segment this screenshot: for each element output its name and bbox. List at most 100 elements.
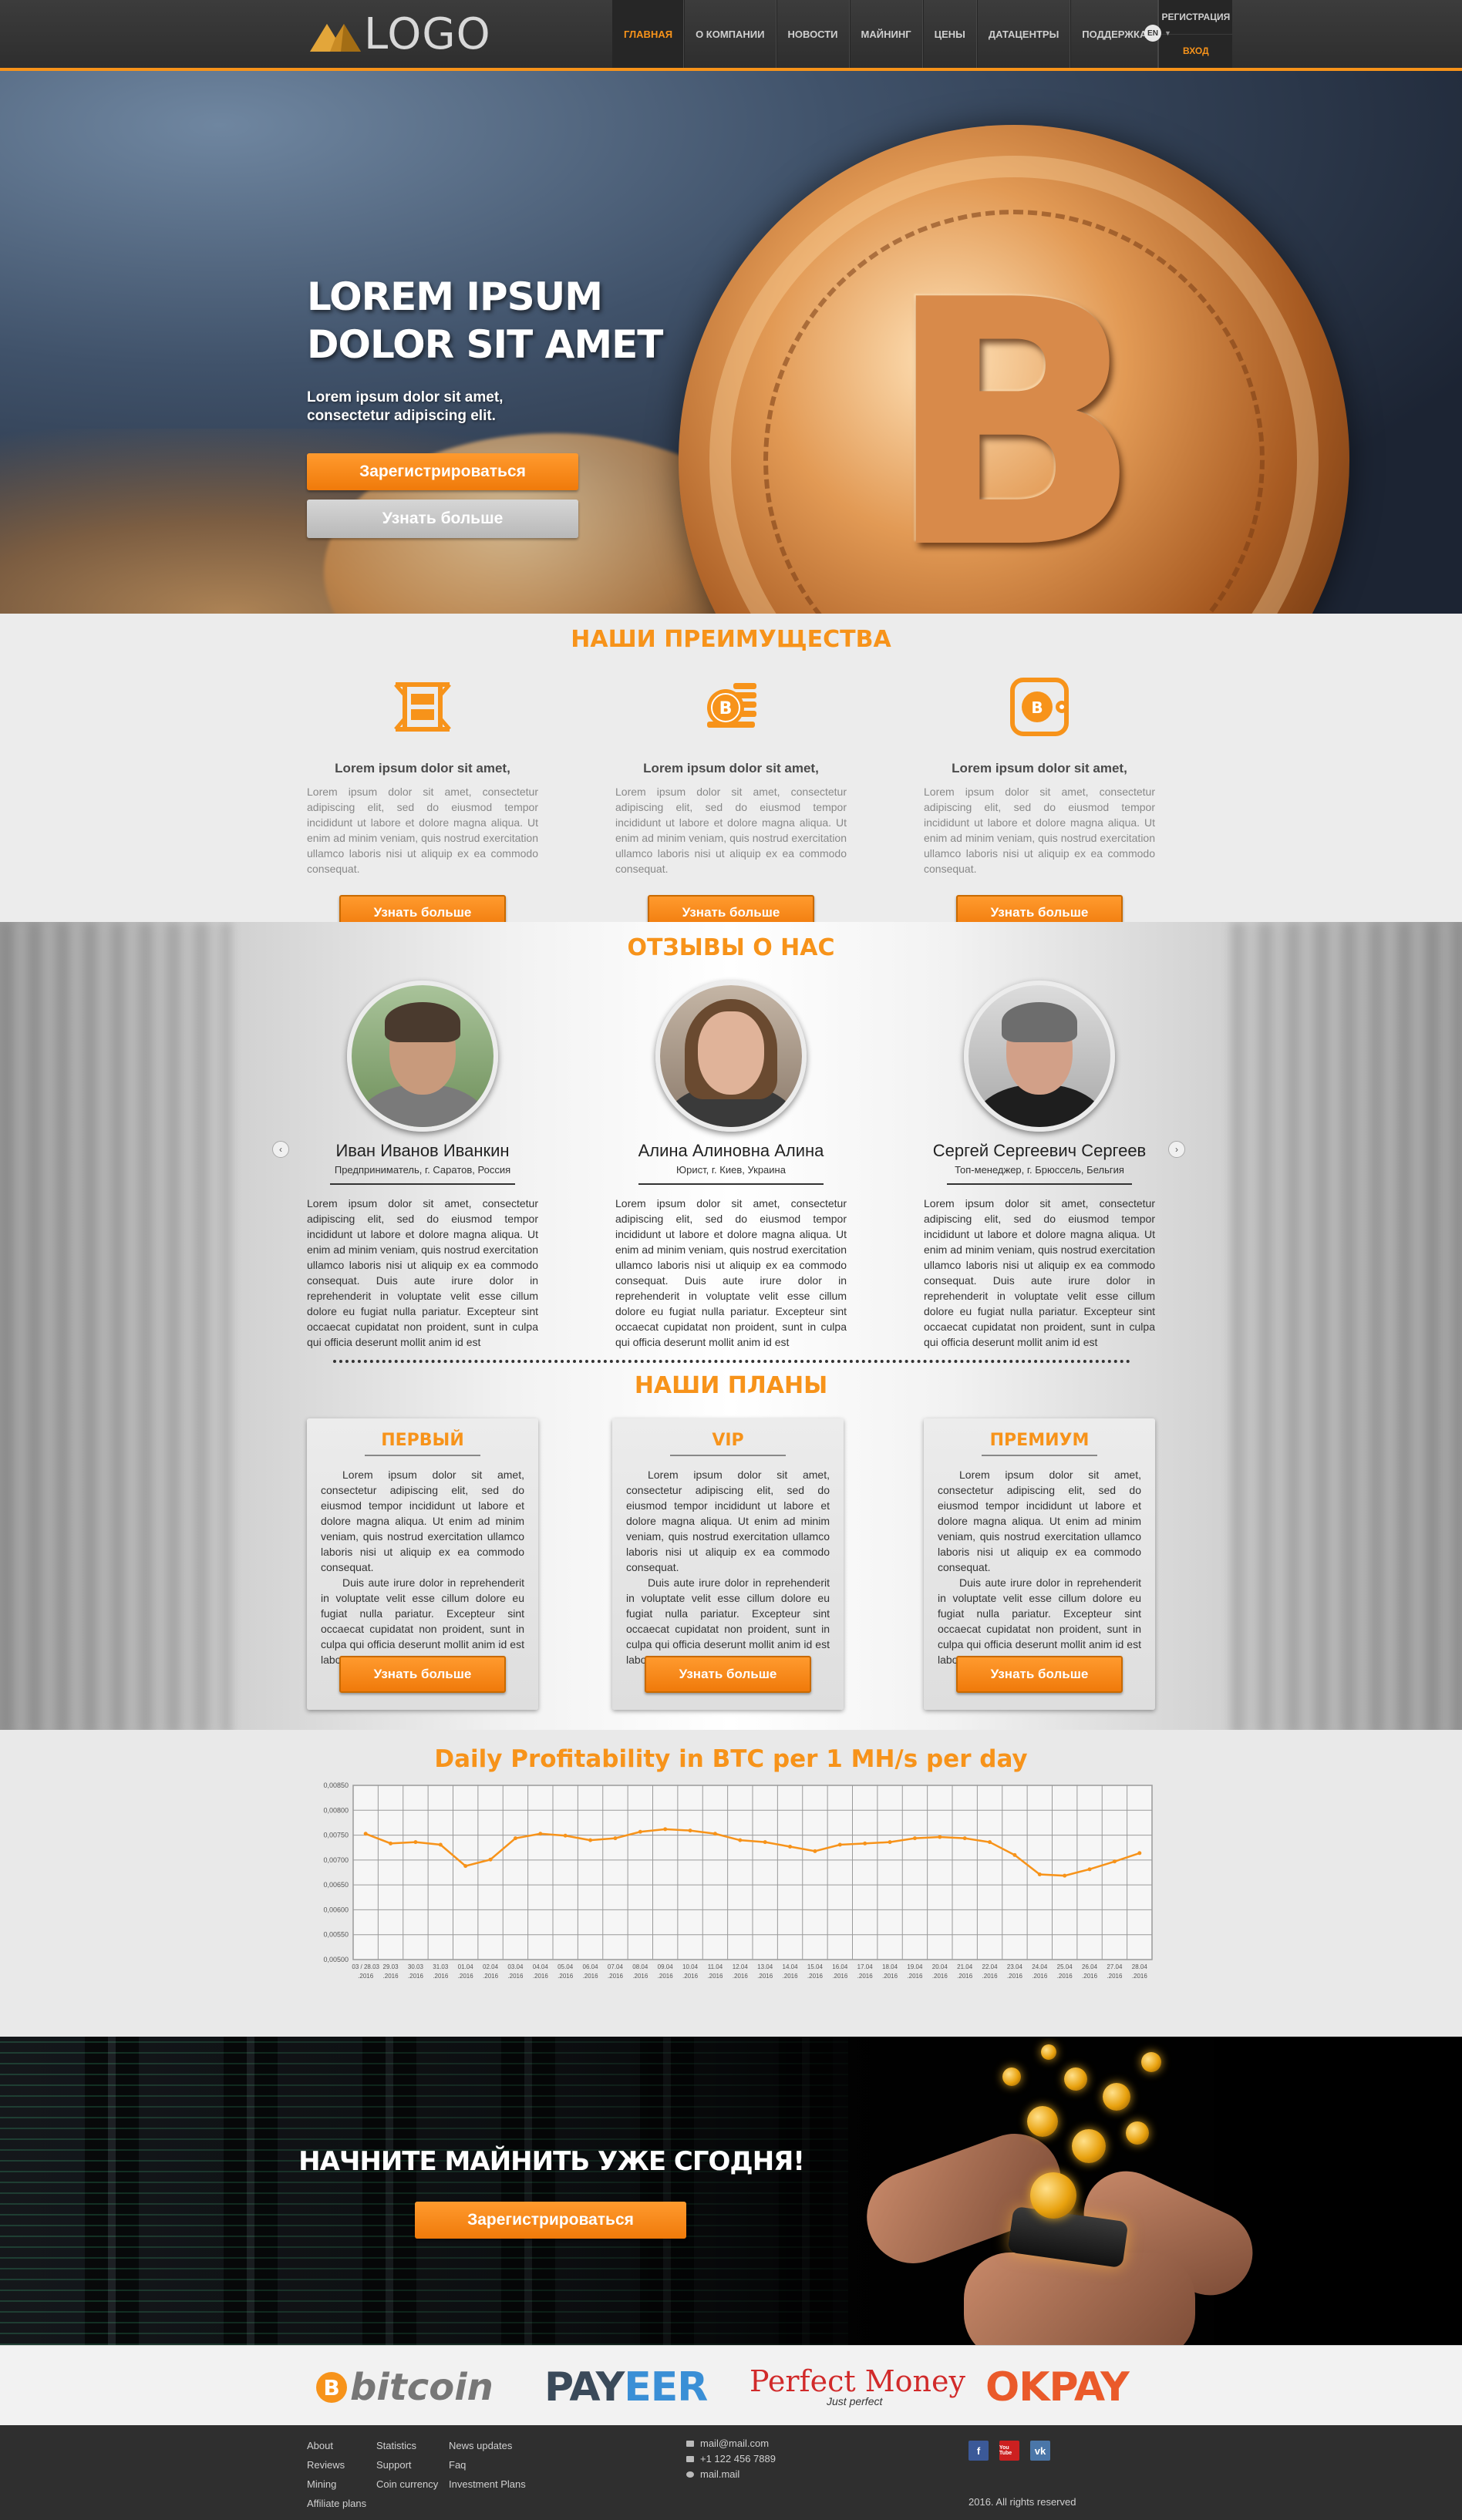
footer-links-col3: News updates Faq Investment Plans [449,2436,526,2494]
footer-link-mining[interactable]: Mining [307,2475,366,2494]
nav-item-about[interactable]: О КОМПАНИИ [684,0,776,68]
x-tick-label: 30.03 [408,1963,424,1970]
hero-register-button[interactable]: Зарегистрироваться [307,453,578,490]
footer-link-coin-currency[interactable]: Coin currency [376,2475,438,2494]
footer-link-news[interactable]: News updates [449,2436,526,2455]
plan-card: VIP Lorem ipsum dolor sit amet, consecte… [612,1418,844,1710]
nav-item-news[interactable]: НОВОСТИ [776,0,850,68]
cta-banner: НАЧНИТЕ МАЙНИТЬ УЖЕ СГОДНЯ! Зарегистриро… [0,2037,1462,2345]
data-point [663,1827,668,1832]
advantage-item: Lorem ipsum dolor sit amet, Lorem ipsum … [307,672,538,930]
plan-text: Duis aute irure dolor in reprehenderit i… [626,1576,830,1666]
contact-email[interactable]: mail@mail.com [700,2436,769,2451]
bitcoin-icon: B [316,2372,347,2403]
data-point [389,1841,393,1845]
review-card: Сергей Сергеевич Сергеев Топ-менеджер, г… [924,981,1155,1350]
x-tick-label-year: .2016 [982,1973,999,1980]
plan-text: Lorem ipsum dolor sit amet, consectetur … [321,1469,524,1573]
bitcoin-symbol: B [884,228,1144,614]
footer-contacts: mail@mail.com +1 122 456 7889 mail.mail [686,2436,776,2482]
advantages-section: НАШИ ПРЕИМУЩЕСТВА Lorem ipsum dolor sit … [0,614,1462,930]
footer-link-reviews[interactable]: Reviews [307,2455,366,2475]
data-point [863,1841,867,1845]
chevron-right-icon[interactable]: › [1168,1141,1185,1158]
x-tick-label-year: .2016 [1007,1973,1023,1980]
x-tick-label-year: .2016 [832,1973,848,1980]
x-tick-label-year: .2016 [358,1973,374,1980]
data-point [413,1840,418,1845]
cta-register-button[interactable]: Зарегистрироваться [415,2202,686,2239]
x-tick-label-year: .2016 [658,1973,674,1980]
data-point [363,1832,368,1836]
plan-learn-more-button[interactable]: Узнать больше [956,1656,1123,1693]
reviewer-role: Предприниматель, г. Саратов, Россия [334,1164,511,1176]
hero-banner: B LOREM IPSUM DOLOR SIT AMET Lorem ipsum… [0,71,1462,614]
x-tick-label: 18.04 [882,1963,898,1970]
plan-learn-more-button[interactable]: Узнать больше [339,1656,506,1693]
nav-item-datacenters[interactable]: ДАТАЦЕНТРЫ [976,0,1071,68]
data-point [938,1835,942,1839]
svg-text:B: B [1031,698,1043,717]
x-tick-label: 01.04 [458,1963,474,1970]
vk-icon[interactable]: vk [1030,2441,1050,2461]
contact-skype[interactable]: mail.mail [700,2467,739,2482]
data-point [438,1842,443,1847]
bitcoin-logo: B bitcoin [316,2364,494,2411]
data-point [1112,1859,1117,1864]
x-tick-label: 17.04 [857,1963,874,1970]
advantage-item: B Lorem ipsum dolor sit amet, Lorem ipsu… [615,672,847,930]
language-switcher[interactable]: EN ▼ [1144,25,1171,42]
footer-link-about[interactable]: About [307,2436,366,2455]
x-tick-label: 20.04 [932,1963,948,1970]
data-point [613,1836,618,1841]
x-tick-label-year: .2016 [433,1973,449,1980]
main-nav: ГЛАВНАЯ О КОМПАНИИ НОВОСТИ МАЙНИНГ ЦЕНЫ … [612,0,1233,68]
x-tick-label: 23.04 [1007,1963,1023,1970]
bitcoin-stack-icon: B [707,683,756,728]
data-point [712,1832,717,1836]
logo[interactable]: LOGO [310,11,491,59]
review-text: Lorem ipsum dolor sit amet, consectetur … [307,1197,538,1348]
x-tick-label-year: .2016 [483,1973,499,1980]
plan-card: ПЕРВЫЙ Lorem ipsum dolor sit amet, conse… [307,1418,538,1710]
social-links: f You Tube vk [968,2441,1050,2461]
plan-text: Lorem ipsum dolor sit amet, consectetur … [938,1469,1141,1573]
reviewer-name: Иван Иванов Иванкин [335,1141,510,1160]
review-text: Lorem ipsum dolor sit amet, consectetur … [924,1197,1155,1348]
reviews-plans-section: ОТЗЫВЫ О НАС Иван Иванов Иванкин Предпри… [0,922,1462,1734]
nav-item-home[interactable]: ГЛАВНАЯ [612,0,685,68]
facebook-icon[interactable]: f [968,2441,989,2461]
x-tick-label-year: .2016 [957,1973,973,1980]
footer-link-statistics[interactable]: Statistics [376,2436,438,2455]
x-tick-label-year: .2016 [1082,1973,1098,1980]
x-tick-label-year: .2016 [932,1973,948,1980]
payment-logos: B bitcoin PAY EER Perfect Money Just perf… [0,2345,1462,2425]
youtube-icon[interactable]: You Tube [999,2441,1019,2461]
hero-subtitle: Lorem ipsum dolor sit amet, consectetur … [307,389,504,424]
x-tick-label-year: .2016 [533,1973,549,1980]
footer-link-support[interactable]: Support [376,2455,438,2475]
avatar [964,981,1115,1132]
chevron-down-icon: ▼ [1164,29,1171,37]
chevron-left-icon[interactable]: ‹ [272,1141,289,1158]
x-tick-label: 25.04 [1057,1963,1073,1970]
nav-item-mining[interactable]: МАЙНИНГ [849,0,923,68]
contact-phone[interactable]: +1 122 456 7889 [700,2451,776,2467]
data-point [738,1838,743,1842]
data-point [763,1840,767,1845]
footer-link-affiliate[interactable]: Affiliate plans [307,2494,366,2513]
reviewer-role: Топ-менеджер, г. Брюссель, Бельгия [955,1164,1124,1176]
plan-learn-more-button[interactable]: Узнать больше [645,1656,811,1693]
footer-link-investment[interactable]: Investment Plans [449,2475,526,2494]
data-point [563,1833,568,1838]
hands-phone-coins-image [848,2037,1462,2345]
review-text: Lorem ipsum dolor sit amet, consectetur … [615,1197,847,1348]
nav-item-prices[interactable]: ЦЕНЫ [922,0,977,68]
footer-link-faq[interactable]: Faq [449,2455,526,2475]
x-tick-label-year: .2016 [632,1973,648,1980]
plan-title: ПРЕМИУМ [989,1431,1090,1450]
hero-learn-more-button[interactable]: Узнать больше [307,500,578,538]
y-tick-label: 0,00800 [323,1806,349,1814]
cta-title: НАЧНИТЕ МАЙНИТЬ УЖЕ СГОДНЯ! [298,2146,805,2177]
x-tick-label: 31.03 [433,1963,449,1970]
